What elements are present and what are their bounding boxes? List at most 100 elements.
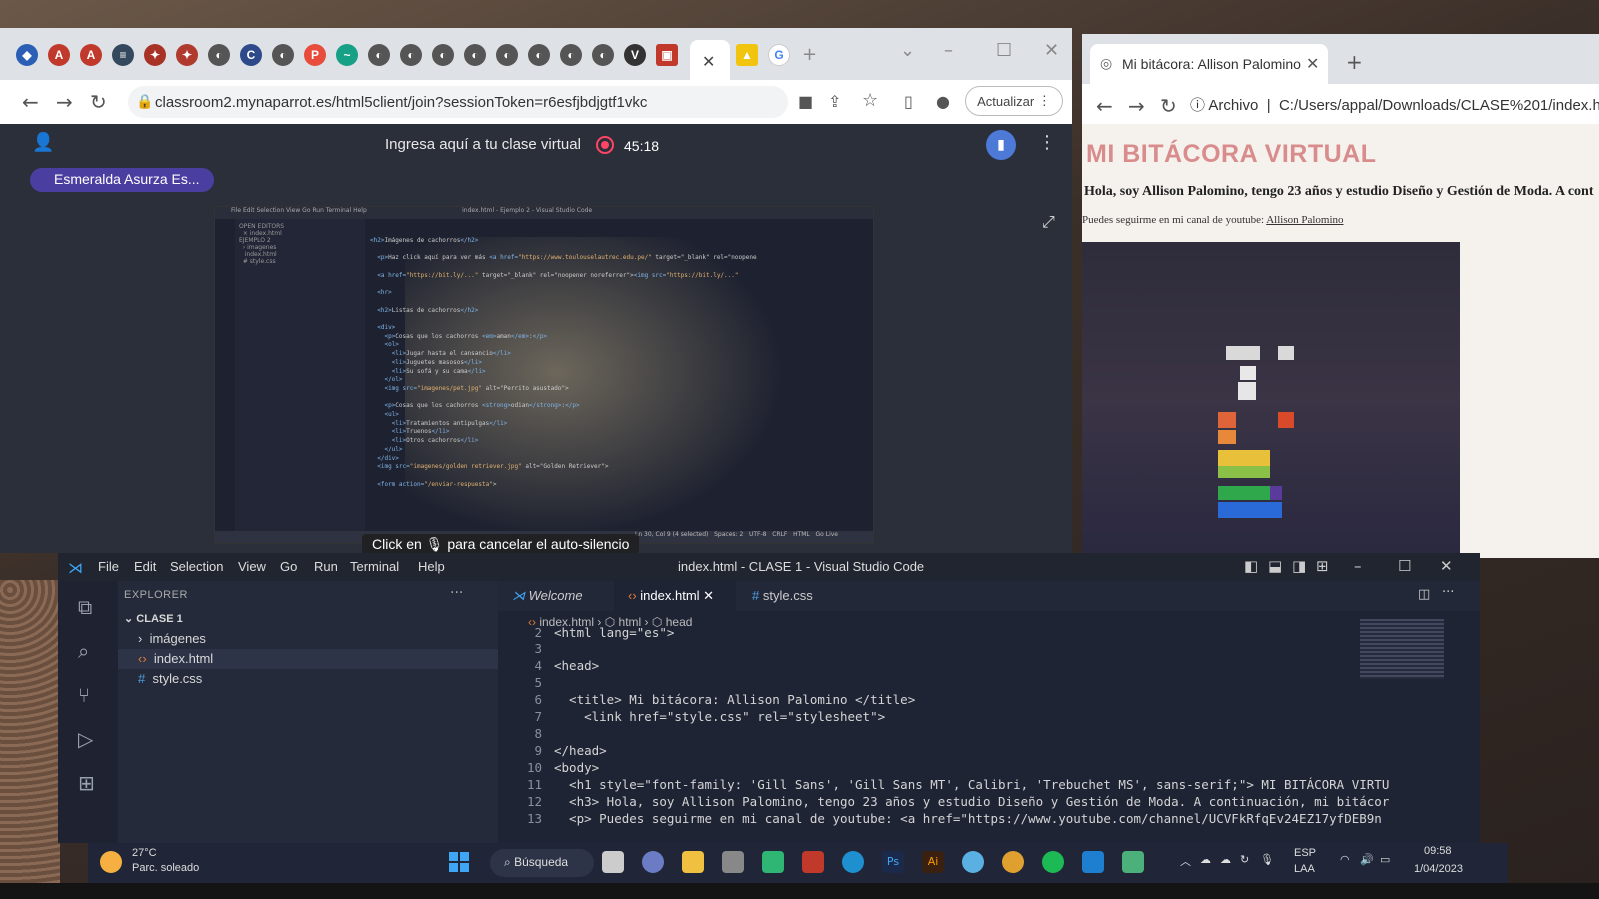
tab-mi-bitacora[interactable]: ◎ Mi bitácora: Allison Palomino ✕ xyxy=(1090,44,1328,84)
reload-icon[interactable]: ↻ xyxy=(90,90,107,114)
close-icon[interactable]: ✕ xyxy=(703,588,714,603)
bookmark-star-icon[interactable]: ☆ xyxy=(862,90,878,111)
more-options-icon[interactable]: ⋮ xyxy=(1038,132,1056,153)
minimize-icon[interactable]: – xyxy=(944,40,953,61)
close-window-icon[interactable]: ✕ xyxy=(1440,557,1453,575)
toggle-secondary-icon[interactable]: ◨ xyxy=(1292,557,1306,575)
tab-index-html[interactable]: ‹› index.html ✕ xyxy=(614,581,736,611)
share-icon[interactable]: ⇪ xyxy=(828,92,841,111)
tab-favicon[interactable]: ◐ xyxy=(208,44,230,66)
chrome-icon[interactable] xyxy=(1002,851,1024,873)
tree-item-imagenes[interactable]: › imágenes xyxy=(118,629,498,649)
reload-icon[interactable]: ↻ xyxy=(1160,94,1177,118)
search-icon[interactable]: ⌕ xyxy=(78,639,89,663)
menu-file[interactable]: File xyxy=(98,559,119,574)
illustrator-icon[interactable]: Ai xyxy=(922,851,944,873)
youtube-link[interactable]: Allison Palomino xyxy=(1266,214,1343,226)
tab-favicon[interactable]: ✦ xyxy=(176,44,198,66)
edge-icon[interactable] xyxy=(842,851,864,873)
tab-favicon[interactable]: A xyxy=(80,44,102,66)
sidepanel-icon[interactable]: ▯ xyxy=(904,92,913,111)
record-icon[interactable] xyxy=(596,136,614,154)
file-explorer-icon[interactable] xyxy=(682,851,704,873)
tree-item-index-html[interactable]: ‹› index.html xyxy=(118,649,498,669)
address-bar[interactable]: ⓘ Archivo | C:/Users/appal/Downloads/CLA… xyxy=(1190,94,1599,115)
profile-avatar-icon[interactable]: ● xyxy=(936,92,950,111)
toggle-panel-icon[interactable]: ⬓ xyxy=(1268,557,1282,575)
tab-favicon[interactable]: ◐ xyxy=(368,44,390,66)
menu-selection[interactable]: Selection xyxy=(170,559,223,574)
connection-signal-icon[interactable]: ▮ xyxy=(986,130,1016,160)
tab-favicon[interactable]: V xyxy=(624,44,646,66)
menu-edit[interactable]: Edit xyxy=(134,559,156,574)
layout-icon[interactable]: ⊞ xyxy=(1316,557,1329,575)
tab-favicon[interactable]: G xyxy=(768,44,790,66)
lock-icon[interactable]: 🔒 xyxy=(136,94,153,110)
tab-favicon[interactable]: ▣ xyxy=(656,44,678,66)
close-icon[interactable]: ✕ xyxy=(702,52,715,71)
toggle-sidebar-icon[interactable]: ◧ xyxy=(1244,557,1258,575)
folder-clase-1[interactable]: ⌄ CLASE 1 xyxy=(118,609,498,629)
menu-view[interactable]: View xyxy=(238,559,266,574)
forward-icon[interactable]: → xyxy=(1128,94,1145,118)
onedrive-icon[interactable]: ☁ xyxy=(1200,853,1211,866)
close-window-icon[interactable]: ✕ xyxy=(1044,40,1059,61)
more-actions-icon[interactable]: ··· xyxy=(1442,585,1454,600)
tab-favicon[interactable]: A xyxy=(48,44,70,66)
clock-time[interactable]: 09:58 xyxy=(1424,845,1452,857)
tab-favicon[interactable]: ◐ xyxy=(528,44,550,66)
weather-icon[interactable] xyxy=(100,851,122,873)
photoshop-icon[interactable]: Ps xyxy=(882,851,904,873)
update-button[interactable]: Actualizar ⋮ xyxy=(965,86,1063,116)
tab-favicon[interactable]: ◆ xyxy=(16,44,38,66)
tab-favicon[interactable]: ▲ xyxy=(736,44,758,66)
menu-terminal[interactable]: Terminal xyxy=(350,559,399,574)
forward-icon[interactable]: → xyxy=(56,90,73,114)
tab-favicon[interactable]: ◐ xyxy=(592,44,614,66)
extensions-icon[interactable]: ⊞ xyxy=(78,771,95,795)
language-indicator-sub[interactable]: LAA xyxy=(1294,863,1315,875)
chat-icon[interactable] xyxy=(642,851,664,873)
chevron-down-icon[interactable]: ⌄ xyxy=(900,40,915,61)
taskbar-search[interactable]: ⌕ Búsqueda xyxy=(490,849,594,877)
store-icon[interactable] xyxy=(722,851,744,873)
url-text[interactable]: classroom2.mynaparrot.es/html5client/joi… xyxy=(155,94,647,111)
wifi-icon[interactable]: ◠ xyxy=(1340,853,1350,866)
weather-temperature[interactable]: 27°C xyxy=(132,847,157,859)
presenter-chip[interactable]: Esmeralda Asurza Es... xyxy=(30,168,214,192)
security-app-icon[interactable] xyxy=(802,851,824,873)
tray-chevron-icon[interactable]: ︿ xyxy=(1180,853,1191,869)
maximize-icon[interactable]: ☐ xyxy=(1398,557,1411,575)
source-control-icon[interactable]: ⑂ xyxy=(78,683,90,707)
back-icon[interactable]: ← xyxy=(22,90,39,114)
microphone-icon[interactable]: 🎙 xyxy=(1260,853,1274,866)
tab-favicon[interactable]: ✦ xyxy=(144,44,166,66)
language-indicator[interactable]: ESP xyxy=(1294,847,1316,859)
task-view-icon[interactable] xyxy=(602,851,624,873)
menu-run[interactable]: Run xyxy=(314,559,338,574)
tab-favicon[interactable]: ~ xyxy=(336,44,358,66)
app-l-icon[interactable] xyxy=(762,851,784,873)
new-tab-icon[interactable]: + xyxy=(1346,50,1363,74)
spotify-icon[interactable] xyxy=(1042,851,1064,873)
tab-favicon[interactable]: ◐ xyxy=(464,44,486,66)
tab-favicon[interactable]: ◐ xyxy=(560,44,582,66)
explorer-icon[interactable]: ⧉ xyxy=(78,595,92,619)
battery-icon[interactable]: ▭ xyxy=(1380,853,1390,866)
more-actions-icon[interactable]: ··· xyxy=(450,585,463,601)
vscode-taskbar-icon[interactable] xyxy=(1082,851,1104,873)
back-icon[interactable]: ← xyxy=(1096,94,1113,118)
volume-icon[interactable]: 🔊 xyxy=(1360,853,1374,866)
minimize-icon[interactable]: – xyxy=(1354,557,1362,575)
notepad-icon[interactable] xyxy=(1122,851,1144,873)
weather-description[interactable]: Parc. soleado xyxy=(132,862,199,874)
run-debug-icon[interactable]: ▷ xyxy=(78,727,93,751)
tab-favicon[interactable]: ≡ xyxy=(112,44,134,66)
tab-favicon[interactable]: ◐ xyxy=(432,44,454,66)
tab-welcome[interactable]: ⋊ Welcome xyxy=(498,581,612,611)
new-tab-icon[interactable]: + xyxy=(802,44,817,65)
split-editor-icon[interactable]: ◫ xyxy=(1418,587,1430,602)
menu-go[interactable]: Go xyxy=(280,559,297,574)
sync-icon[interactable]: ↻ xyxy=(1240,853,1249,866)
tab-style-css[interactable]: # style.css xyxy=(738,581,838,611)
